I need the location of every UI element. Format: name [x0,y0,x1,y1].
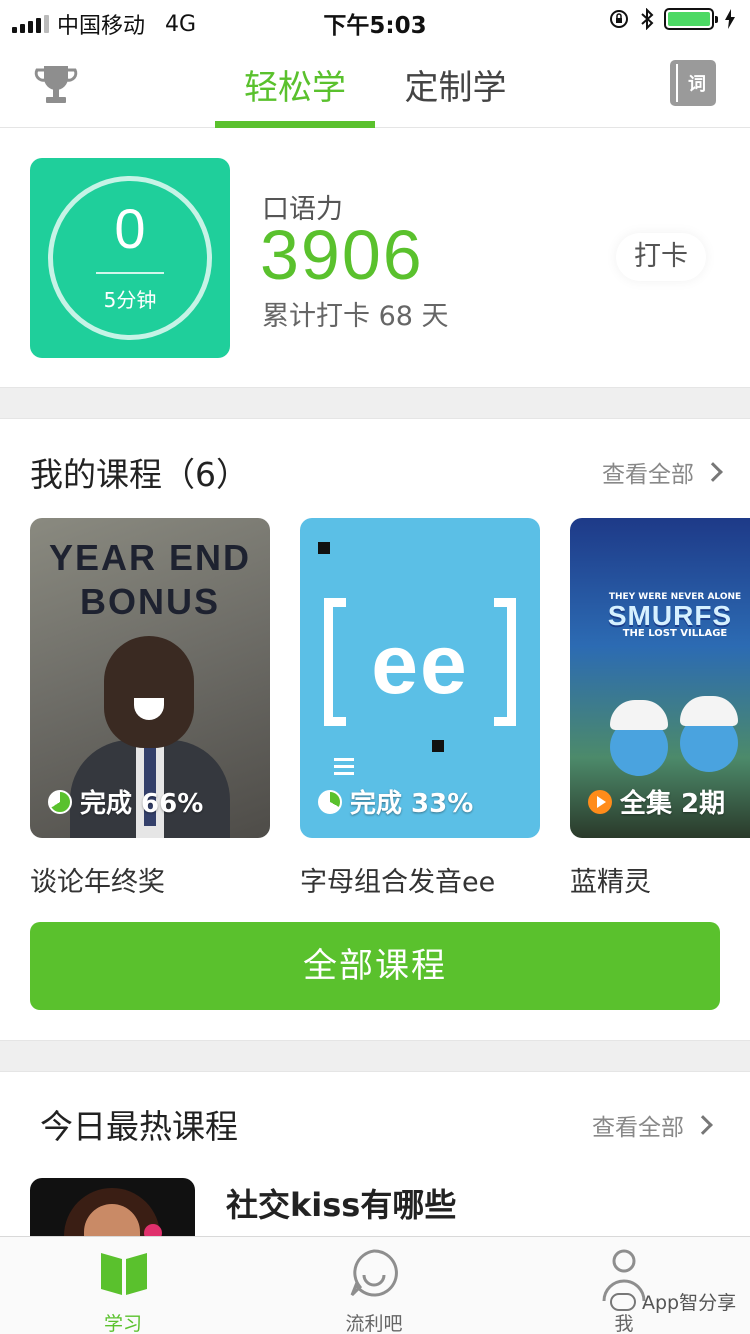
checkin-button[interactable]: 打卡 [616,233,706,281]
poster-figure-face [104,636,194,748]
chevron-right-icon [703,462,723,482]
charging-icon [725,9,735,29]
stats-card: 0 5分钟 口语力 3906 累计打卡 68 天 打卡 [0,129,750,387]
active-tab-indicator [215,121,375,128]
watermark: App智分享 [610,1288,736,1315]
course-episodes: 全集 2期 [588,783,725,820]
chevron-right-icon [693,1115,713,1135]
my-courses-view-all[interactable]: 查看全部 [602,455,723,489]
episodes-text: 全集 2期 [620,789,726,819]
course-progress: 完成 33% [318,783,473,820]
progress-text: 完成 33% [350,789,474,819]
all-courses-button[interactable]: 全部课程 [30,922,720,1010]
book-icon [101,1253,147,1295]
poster-square [318,542,330,554]
my-courses-title: 我的课程（6） [30,455,249,494]
timer-value: 0 [114,197,146,260]
hot-courses-title: 今日最热课程 [40,1107,238,1146]
menu-lines-icon [334,758,354,779]
tab-fluent[interactable]: 流利吧 [314,1237,434,1334]
tab-study[interactable]: 学习 [63,1237,183,1334]
timer-divider [96,272,164,274]
battery-icon [664,8,718,30]
course-card-smurfs[interactable]: THEY WERE NEVER ALONE SMURFS THE LOST VI… [570,518,750,838]
top-nav: 轻松学 定制学 词 [0,40,750,128]
hot-courses-view-all[interactable]: 查看全部 [592,1108,713,1142]
course-card-ee[interactable]: ee 完成 33% [300,518,540,838]
view-all-label: 查看全部 [602,462,694,488]
course-progress: 完成 66% [48,783,203,820]
smurf-hat [680,696,738,726]
vocabulary-label: 词 [688,74,706,95]
progress-text: 完成 66% [80,789,204,819]
tab-easy-learn[interactable]: 轻松学 [215,60,375,128]
smile-bubble-icon [350,1249,398,1297]
daily-timer[interactable]: 0 5分钟 [30,158,230,358]
section-divider [0,387,750,419]
orientation-lock-icon [610,10,628,28]
tab-label: 流利吧 [345,1313,403,1334]
smurf-hat [610,700,668,730]
poster-title: YEAR END BONUS [48,537,252,622]
tab-custom-learn[interactable]: 定制学 [388,60,523,128]
checkin-streak: 累计打卡 68 天 [262,301,449,332]
vocabulary-button[interactable]: 词 [670,60,716,106]
course-card-year-end-bonus[interactable]: YEAR END BONUS 完成 66% [30,518,270,838]
tab-label: 学习 [103,1313,142,1334]
timer-goal: 5分钟 [103,288,157,312]
poster-square [432,740,444,752]
progress-pie-icon [318,789,342,814]
bluetooth-icon [641,8,654,30]
view-all-label: 查看全部 [592,1115,684,1141]
hot-course-title[interactable]: 社交kiss有哪些 [226,1180,456,1226]
poster-subtitle: THE LOST VILLAGE [622,628,728,639]
speaking-score: 3906 [260,216,424,294]
bottom-tab-bar: 学习 流利吧 我 [0,1236,750,1334]
course-name[interactable]: 字母组合发音ee [300,860,495,899]
status-bar: 中国移动 4G 下午5:03 [0,0,750,40]
trophy-icon[interactable] [34,62,78,106]
course-name[interactable]: 谈论年终奖 [30,860,165,899]
progress-pie-icon [48,789,72,814]
play-icon [588,789,612,814]
watermark-text: App智分享 [642,1292,737,1314]
course-name[interactable]: 蓝精灵 [570,860,651,899]
section-divider [0,1040,750,1072]
tab-me[interactable]: 我 [564,1237,684,1334]
poster-title: ee [371,617,469,711]
wechat-icon [610,1292,636,1311]
